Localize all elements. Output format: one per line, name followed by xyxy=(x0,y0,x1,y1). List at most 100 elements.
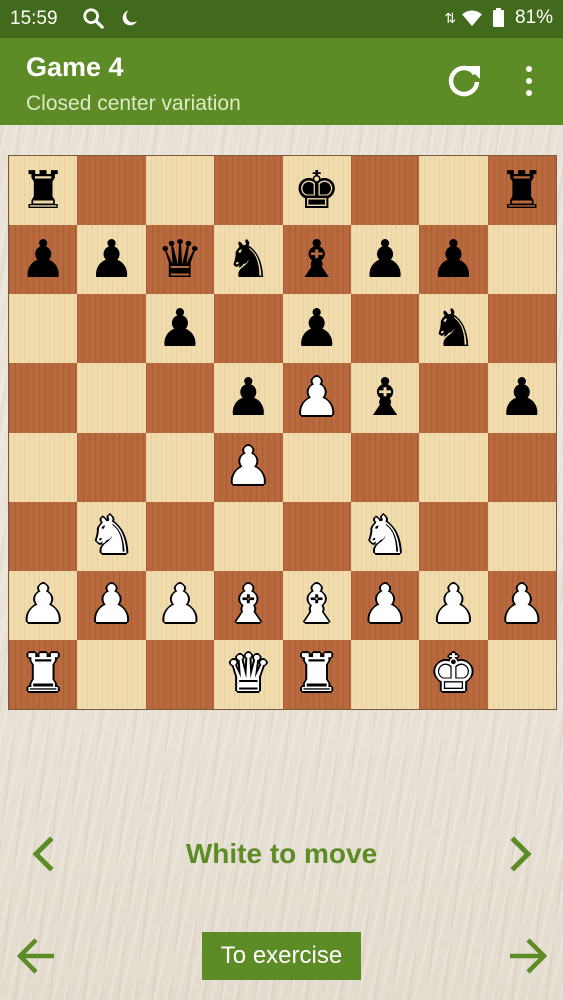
square-e3[interactable] xyxy=(282,501,351,571)
white-bishop-piece[interactable]: ♝ xyxy=(225,579,272,631)
square-c4[interactable] xyxy=(145,432,215,502)
square-e5[interactable]: ♟ xyxy=(282,363,351,433)
square-b1[interactable] xyxy=(77,639,146,709)
square-e7[interactable]: ♝ xyxy=(282,225,351,295)
square-f4[interactable] xyxy=(350,432,420,502)
square-a3[interactable] xyxy=(9,501,78,571)
black-rook-piece[interactable]: ♜ xyxy=(20,165,67,217)
white-pawn-piece[interactable]: ♟ xyxy=(157,579,204,631)
white-pawn-piece[interactable]: ♟ xyxy=(430,579,477,631)
white-pawn-piece[interactable]: ♟ xyxy=(293,372,340,424)
black-queen-piece[interactable]: ♛ xyxy=(157,234,204,286)
square-f7[interactable]: ♟ xyxy=(350,225,420,295)
square-d7[interactable]: ♞ xyxy=(214,225,283,295)
white-pawn-piece[interactable]: ♟ xyxy=(362,579,409,631)
white-rook-piece[interactable]: ♜ xyxy=(293,648,340,700)
square-f3[interactable]: ♞ xyxy=(350,501,420,571)
square-d2[interactable]: ♝ xyxy=(214,570,283,640)
square-e6[interactable]: ♟ xyxy=(282,294,351,364)
square-h2[interactable]: ♟ xyxy=(487,570,556,640)
white-knight-piece[interactable]: ♞ xyxy=(88,510,135,562)
square-b3[interactable]: ♞ xyxy=(77,501,146,571)
black-bishop-piece[interactable]: ♝ xyxy=(293,234,340,286)
square-g8[interactable] xyxy=(419,156,488,226)
square-h8[interactable]: ♜ xyxy=(487,156,556,226)
black-pawn-piece[interactable]: ♟ xyxy=(225,372,272,424)
square-f1[interactable] xyxy=(350,639,420,709)
white-king-piece[interactable]: ♚ xyxy=(430,648,477,700)
square-a6[interactable] xyxy=(9,294,78,364)
square-f6[interactable] xyxy=(350,294,420,364)
square-d6[interactable] xyxy=(214,294,283,364)
white-rook-piece[interactable]: ♜ xyxy=(20,648,67,700)
square-d3[interactable] xyxy=(214,501,283,571)
square-f5[interactable]: ♝ xyxy=(350,363,420,433)
square-g7[interactable]: ♟ xyxy=(419,225,488,295)
square-g5[interactable] xyxy=(419,363,488,433)
square-h6[interactable] xyxy=(487,294,556,364)
black-pawn-piece[interactable]: ♟ xyxy=(293,303,340,355)
square-b8[interactable] xyxy=(77,156,146,226)
black-pawn-piece[interactable]: ♟ xyxy=(499,372,546,424)
square-d8[interactable] xyxy=(214,156,283,226)
square-d5[interactable]: ♟ xyxy=(214,363,283,433)
square-c2[interactable]: ♟ xyxy=(145,570,215,640)
square-b5[interactable] xyxy=(77,363,146,433)
square-b4[interactable] xyxy=(77,432,146,502)
square-h7[interactable] xyxy=(487,225,556,295)
white-bishop-piece[interactable]: ♝ xyxy=(293,579,340,631)
chevron-right-icon[interactable] xyxy=(500,834,540,874)
black-pawn-piece[interactable]: ♟ xyxy=(157,303,204,355)
square-b6[interactable] xyxy=(77,294,146,364)
square-c1[interactable] xyxy=(145,639,215,709)
square-c5[interactable] xyxy=(145,363,215,433)
square-e1[interactable]: ♜ xyxy=(282,639,351,709)
black-pawn-piece[interactable]: ♟ xyxy=(430,234,477,286)
square-a2[interactable]: ♟ xyxy=(9,570,78,640)
square-e4[interactable] xyxy=(282,432,351,502)
white-pawn-piece[interactable]: ♟ xyxy=(499,579,546,631)
square-g6[interactable]: ♞ xyxy=(419,294,488,364)
square-c3[interactable] xyxy=(145,501,215,571)
square-b7[interactable]: ♟ xyxy=(77,225,146,295)
square-f8[interactable] xyxy=(350,156,420,226)
refresh-icon[interactable] xyxy=(444,60,484,100)
black-pawn-piece[interactable]: ♟ xyxy=(362,234,409,286)
square-a8[interactable]: ♜ xyxy=(9,156,78,226)
square-h1[interactable] xyxy=(487,639,556,709)
black-rook-piece[interactable]: ♜ xyxy=(499,165,546,217)
black-bishop-piece[interactable]: ♝ xyxy=(362,372,409,424)
white-queen-piece[interactable]: ♛ xyxy=(225,648,272,700)
square-b2[interactable]: ♟ xyxy=(77,570,146,640)
square-a5[interactable] xyxy=(9,363,78,433)
square-h5[interactable]: ♟ xyxy=(487,363,556,433)
white-pawn-piece[interactable]: ♟ xyxy=(88,579,135,631)
square-a4[interactable] xyxy=(9,432,78,502)
arrow-right-icon[interactable] xyxy=(506,936,550,976)
black-knight-piece[interactable]: ♞ xyxy=(430,303,477,355)
black-king-piece[interactable]: ♚ xyxy=(293,165,340,217)
square-g3[interactable] xyxy=(419,501,488,571)
white-knight-piece[interactable]: ♞ xyxy=(362,510,409,562)
square-a7[interactable]: ♟ xyxy=(9,225,78,295)
square-c6[interactable]: ♟ xyxy=(145,294,215,364)
square-d1[interactable]: ♛ xyxy=(214,639,283,709)
black-knight-piece[interactable]: ♞ xyxy=(225,234,272,286)
white-pawn-piece[interactable]: ♟ xyxy=(20,579,67,631)
square-f2[interactable]: ♟ xyxy=(350,570,420,640)
square-c8[interactable] xyxy=(145,156,215,226)
square-e8[interactable]: ♚ xyxy=(282,156,351,226)
square-c7[interactable]: ♛ xyxy=(145,225,215,295)
square-g4[interactable] xyxy=(419,432,488,502)
black-pawn-piece[interactable]: ♟ xyxy=(20,234,67,286)
square-a1[interactable]: ♜ xyxy=(9,639,78,709)
square-e2[interactable]: ♝ xyxy=(282,570,351,640)
white-pawn-piece[interactable]: ♟ xyxy=(225,441,272,493)
chess-board[interactable]: ♜ ♚ ♜ ♟ ♟ ♛ ♞ ♝ ♟ ♟ ♟ ♟ ♞ ♟ ♟ ♝ ♟ ♟ ♞ ♞ ♟ ♟ ♟ ♝ ♝ ♟ ♟ ♟ ♜ ♛ ♜ ♚ xyxy=(8,155,557,710)
to-exercise-button[interactable]: To exercise xyxy=(202,932,361,980)
black-pawn-piece[interactable]: ♟ xyxy=(88,234,135,286)
square-h3[interactable] xyxy=(487,501,556,571)
square-h4[interactable] xyxy=(487,432,556,502)
square-g1[interactable]: ♚ xyxy=(419,639,488,709)
arrow-left-icon[interactable] xyxy=(14,936,58,976)
